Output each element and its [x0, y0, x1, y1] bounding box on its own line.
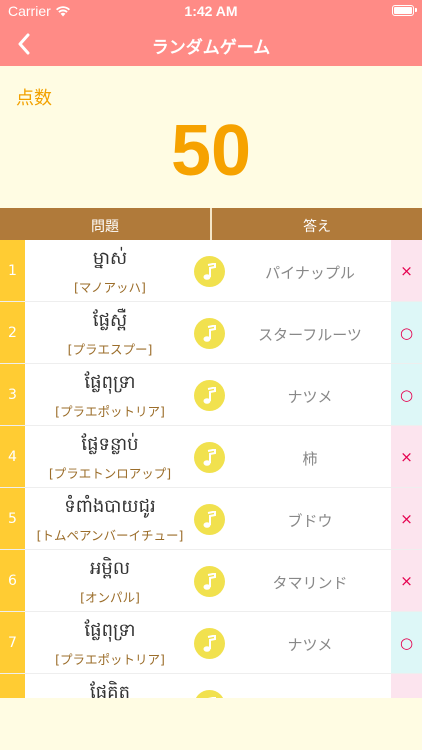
answer-text: ブドウ [287, 512, 333, 530]
play-sound-button[interactable] [194, 566, 225, 597]
result-mark: × [391, 488, 422, 549]
battery-icon [392, 5, 417, 16]
music-note-icon [203, 510, 216, 528]
katakana-reading: [オンパル] [80, 590, 140, 605]
table-row[interactable]: 6 អម្ពិល [オンパル] タマリンド × [0, 550, 422, 612]
katakana-reading: [プラエポットリア] [55, 404, 165, 419]
result-mark: × [391, 550, 422, 611]
answer-column-header: 答え [303, 219, 331, 235]
result-mark: × [391, 426, 422, 487]
status-time: 1:42 AM [184, 3, 238, 19]
bottom-area [0, 698, 422, 750]
music-note-icon [203, 572, 216, 590]
row-number [0, 674, 25, 698]
row-number: 2 [0, 302, 25, 363]
page-title: ランダムゲーム [151, 38, 271, 58]
row-number: 7 [0, 612, 25, 673]
katakana-reading: [マノアッハ] [74, 280, 146, 295]
result-mark: ○ [391, 364, 422, 425]
answer-text: タマリンド [272, 574, 348, 592]
play-sound-button[interactable] [194, 256, 225, 287]
answer-text: スターフルーツ [258, 326, 362, 344]
result-mark: ○ [391, 612, 422, 673]
answer-text: ナツメ [287, 636, 333, 654]
play-sound-button[interactable] [194, 318, 225, 349]
score-value: 50 [170, 111, 252, 191]
khmer-word: ទំពាំងបាយជូរ [64, 496, 156, 517]
table-header: 問題 答え [0, 208, 422, 240]
navigation-bar: ランダムゲーム [0, 22, 422, 66]
row-number: 6 [0, 550, 25, 611]
question-list[interactable]: 1 ម្នាស់ [マノアッハ] パイナップル × 2 ផ្លែស្ពឺ [プラ… [0, 240, 422, 698]
khmer-word: អម្ពិល [90, 558, 130, 579]
table-row[interactable]: 1 ម្នាស់ [マノアッハ] パイナップル × [0, 240, 422, 302]
table-row[interactable]: 3 ផ្លែពុទ្រា [プラエポットリア] ナツメ ○ [0, 364, 422, 426]
result-mark [391, 674, 422, 698]
katakana-reading: [プラエスプー] [67, 342, 153, 357]
row-number: 3 [0, 364, 25, 425]
katakana-reading: [プラエポットリア] [55, 652, 165, 667]
khmer-word: ផ្លែស្ពឺ [92, 310, 128, 331]
table-row[interactable]: ផ្លែគិត [0, 674, 422, 698]
music-note-icon [203, 448, 216, 466]
score-label: 点数 [16, 88, 52, 109]
table-row[interactable]: 4 ផ្លែទន្លាប់ [プラエトンロアップ] 柿 × [0, 426, 422, 488]
khmer-word: ផ្លែពុទ្រា [84, 620, 136, 641]
music-note-icon [203, 634, 216, 652]
row-number: 4 [0, 426, 25, 487]
table-row[interactable]: 7 ផ្លែពុទ្រា [プラエポットリア] ナツメ ○ [0, 612, 422, 674]
answer-text: パイナップル [265, 264, 355, 282]
play-sound-button[interactable] [194, 380, 225, 411]
play-sound-button[interactable] [194, 628, 225, 659]
row-number: 1 [0, 240, 25, 301]
result-mark: × [391, 240, 422, 301]
music-note-icon [203, 262, 216, 280]
khmer-word: ម្នាស់ [92, 248, 128, 269]
katakana-reading: [トムペアンバーイチュー] [36, 528, 184, 543]
khmer-word: ផ្លែគិត [90, 682, 130, 698]
khmer-word: ផ្លែទន្លាប់ [81, 434, 139, 455]
play-sound-button[interactable] [194, 504, 225, 535]
status-bar: Carrier 1:42 AM [0, 0, 422, 22]
music-note-icon [203, 324, 216, 342]
table-row[interactable]: 2 ផ្លែស្ពឺ [プラエスプー] スターフルーツ ○ [0, 302, 422, 364]
answer-text: ナツメ [287, 388, 333, 406]
play-sound-button[interactable] [194, 442, 225, 473]
question-column-header: 問題 [91, 219, 119, 235]
katakana-reading: [プラエトンロアップ] [48, 466, 172, 481]
khmer-word: ផ្លែពុទ្រា [84, 372, 136, 393]
row-number: 5 [0, 488, 25, 549]
answer-text: 柿 [302, 450, 318, 468]
play-sound-button[interactable] [194, 690, 225, 698]
result-mark: ○ [391, 302, 422, 363]
music-note-icon [203, 386, 216, 404]
table-row[interactable]: 5 ទំពាំងបាយជូរ [トムペアンバーイチュー] ブドウ × [0, 488, 422, 550]
